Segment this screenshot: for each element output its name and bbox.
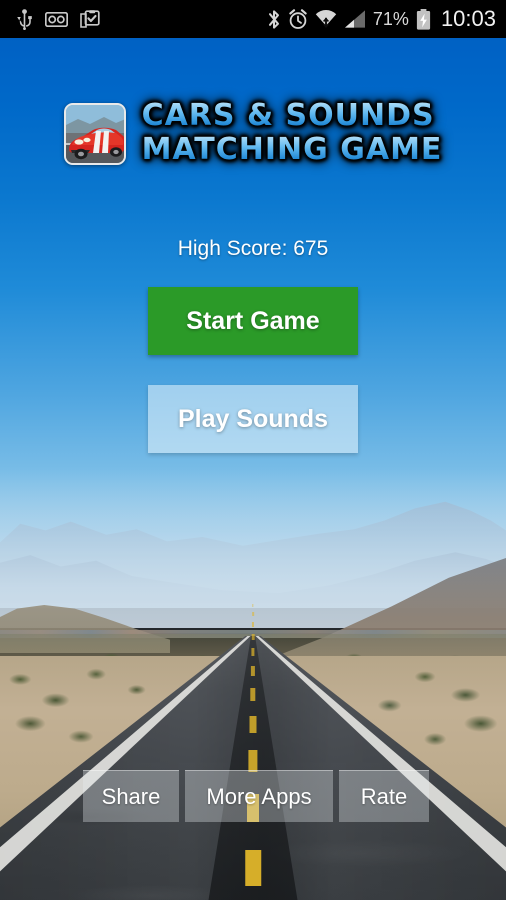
app-header: CARS & SOUNDS MATCHING GAME <box>0 100 506 168</box>
start-game-button[interactable]: Start Game <box>148 287 358 355</box>
high-score-label: High Score: 675 <box>177 237 329 260</box>
wifi-icon <box>315 9 337 29</box>
status-bar-right-icons: 71% 10:03 <box>267 0 496 38</box>
status-bar[interactable]: 71% 10:03 <box>0 0 506 38</box>
alarm-clock-icon <box>288 8 308 30</box>
app-screen: 71% 10:03 CARS & SOUNDS MATCHING GAME Hi… <box>0 0 506 900</box>
bluetooth-icon <box>267 9 281 30</box>
battery-percent-label: 71% <box>372 8 409 29</box>
app-title-line-2: MATCHING GAME <box>141 132 443 167</box>
voicemail-icon <box>45 11 68 27</box>
status-bar-left-icons <box>0 8 100 30</box>
share-button[interactable]: Share <box>83 770 179 822</box>
more-apps-button[interactable]: More Apps <box>185 770 333 822</box>
clock-label: 10:03 <box>440 6 496 31</box>
app-title-line-1: CARS & SOUNDS <box>142 100 443 134</box>
usb-icon <box>16 8 33 30</box>
cell-signal-icon <box>344 9 366 29</box>
battery-charging-icon <box>416 8 431 30</box>
rate-button[interactable]: Rate <box>339 770 429 822</box>
app-content: CARS & SOUNDS MATCHING GAME High Score: … <box>0 38 506 900</box>
bottom-button-bar: Share More Apps Rate <box>83 770 429 822</box>
app-update-icon <box>80 9 100 29</box>
sports-car-icon <box>63 103 126 165</box>
play-sounds-button[interactable]: Play Sounds <box>148 385 358 453</box>
app-title: CARS & SOUNDS MATCHING GAME <box>142 100 443 168</box>
